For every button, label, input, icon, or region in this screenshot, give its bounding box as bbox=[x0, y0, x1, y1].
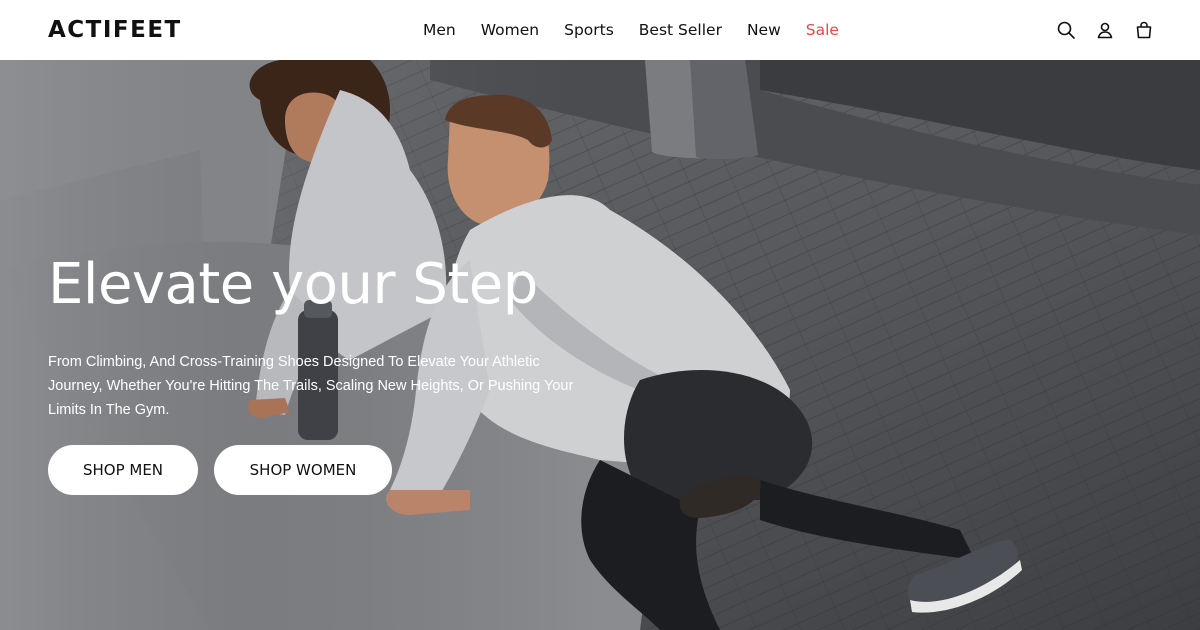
header-actions bbox=[1056, 19, 1154, 41]
account-icon[interactable] bbox=[1095, 20, 1115, 40]
nav-item-sports[interactable]: Sports bbox=[564, 21, 614, 39]
main-nav: Men Women Sports Best Seller New Sale bbox=[423, 0, 839, 60]
cart-icon[interactable] bbox=[1134, 20, 1154, 40]
nav-item-best-seller[interactable]: Best Seller bbox=[639, 21, 722, 39]
hero-cta-row: SHOP MEN SHOP WOMEN bbox=[48, 445, 608, 495]
nav-item-women[interactable]: Women bbox=[481, 21, 539, 39]
shop-men-button[interactable]: SHOP MEN bbox=[48, 445, 198, 495]
nav-item-new[interactable]: New bbox=[747, 21, 781, 39]
nav-item-sale[interactable]: Sale bbox=[806, 21, 839, 39]
hero-headline: Elevate your Step bbox=[48, 252, 538, 317]
nav-item-men[interactable]: Men bbox=[423, 21, 456, 39]
hero-subtext: From Climbing, And Cross-Training Shoes … bbox=[48, 354, 574, 418]
hero-content: Elevate your Step From Climbing, And Cro… bbox=[48, 250, 608, 495]
hero-banner: Elevate your Step From Climbing, And Cro… bbox=[0, 60, 1200, 630]
brand-logo[interactable]: ACTIFEET bbox=[48, 15, 182, 45]
site-header: ACTIFEET Men Women Sports Best Seller Ne… bbox=[0, 0, 1200, 60]
shop-women-button[interactable]: SHOP WOMEN bbox=[214, 445, 392, 495]
search-icon[interactable] bbox=[1056, 20, 1076, 40]
